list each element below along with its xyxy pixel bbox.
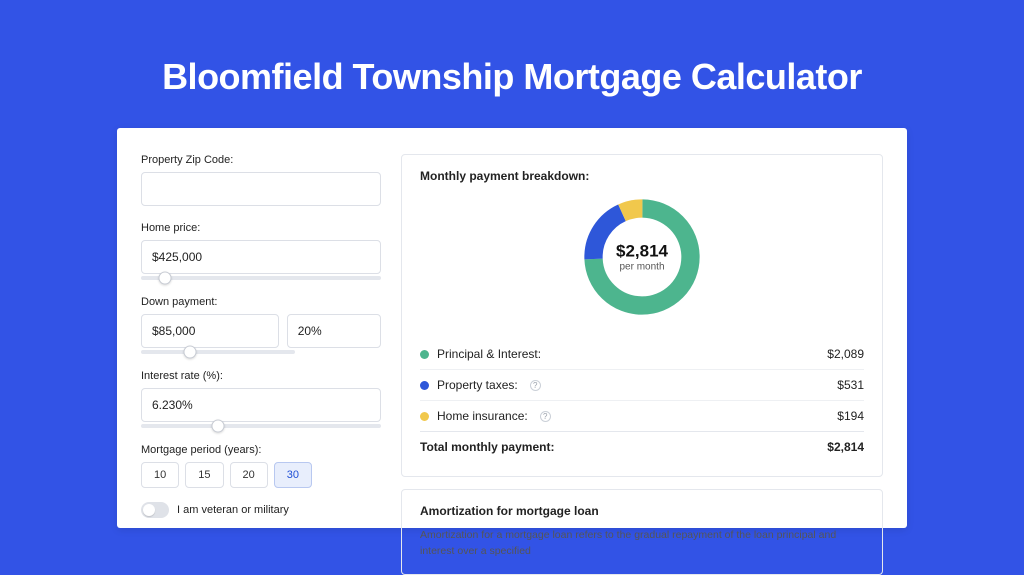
calculator-card: Property Zip Code: Home price: Down paym… [117, 128, 907, 528]
interest-slider[interactable] [141, 424, 381, 428]
donut-center: $2,814 per month [616, 242, 668, 273]
slider-thumb[interactable] [184, 346, 197, 359]
legend-row: Home insurance:? $194 [420, 400, 864, 431]
zip-label: Property Zip Code: [141, 154, 381, 166]
donut-sub: per month [616, 262, 668, 273]
down-payment-slider[interactable] [141, 350, 295, 354]
period-btn-10[interactable]: 10 [141, 462, 179, 488]
total-label: Total monthly payment: [420, 440, 554, 454]
breakdown-panel: Monthly payment breakdown: $2,814 per mo… [401, 154, 883, 477]
help-icon[interactable]: ? [530, 380, 541, 391]
legend-dot [420, 350, 429, 359]
field-period: Mortgage period (years): 10 15 20 30 [141, 444, 381, 488]
interest-input[interactable] [141, 388, 381, 422]
period-btn-15[interactable]: 15 [185, 462, 223, 488]
slider-thumb[interactable] [211, 420, 224, 433]
home-price-slider[interactable] [141, 276, 381, 280]
home-price-input[interactable] [141, 240, 381, 274]
legend-label: Property taxes: [437, 378, 518, 392]
period-btn-30[interactable]: 30 [274, 462, 312, 488]
legend-row: Property taxes:? $531 [420, 369, 864, 400]
legend-label: Home insurance: [437, 409, 528, 423]
veteran-row: I am veteran or military [141, 502, 381, 518]
veteran-toggle[interactable] [141, 502, 169, 518]
down-payment-pct-input[interactable] [287, 314, 381, 348]
total-value: $2,814 [827, 440, 864, 454]
period-buttons: 10 15 20 30 [141, 462, 381, 488]
form-column: Property Zip Code: Home price: Down paym… [141, 154, 381, 528]
interest-label: Interest rate (%): [141, 370, 381, 382]
legend-value: $531 [837, 378, 864, 392]
zip-input[interactable] [141, 172, 381, 206]
field-home-price: Home price: [141, 222, 381, 280]
field-interest: Interest rate (%): [141, 370, 381, 428]
page-title: Bloomfield Township Mortgage Calculator [0, 0, 1024, 128]
field-zip: Property Zip Code: [141, 154, 381, 206]
legend-dot [420, 381, 429, 390]
amortization-text: Amortization for a mortgage loan refers … [420, 528, 864, 560]
down-payment-amount-input[interactable] [141, 314, 279, 348]
legend-row: Principal & Interest: $2,089 [420, 339, 864, 369]
legend-dot [420, 412, 429, 421]
legend-total-row: Total monthly payment: $2,814 [420, 431, 864, 462]
period-label: Mortgage period (years): [141, 444, 381, 456]
slider-thumb[interactable] [159, 272, 172, 285]
help-icon[interactable]: ? [540, 411, 551, 422]
legend-value: $194 [837, 409, 864, 423]
amortization-title: Amortization for mortgage loan [420, 504, 864, 518]
legend-label: Principal & Interest: [437, 347, 541, 361]
legend-value: $2,089 [827, 347, 864, 361]
down-payment-label: Down payment: [141, 296, 381, 308]
field-down-payment: Down payment: [141, 296, 381, 354]
donut-amount: $2,814 [616, 242, 668, 262]
period-btn-20[interactable]: 20 [230, 462, 268, 488]
breakdown-title: Monthly payment breakdown: [420, 169, 864, 183]
home-price-label: Home price: [141, 222, 381, 234]
amortization-panel: Amortization for mortgage loan Amortizat… [401, 489, 883, 575]
results-column: Monthly payment breakdown: $2,814 per mo… [401, 154, 883, 528]
donut-chart: $2,814 per month [420, 193, 864, 321]
veteran-label: I am veteran or military [177, 504, 289, 516]
